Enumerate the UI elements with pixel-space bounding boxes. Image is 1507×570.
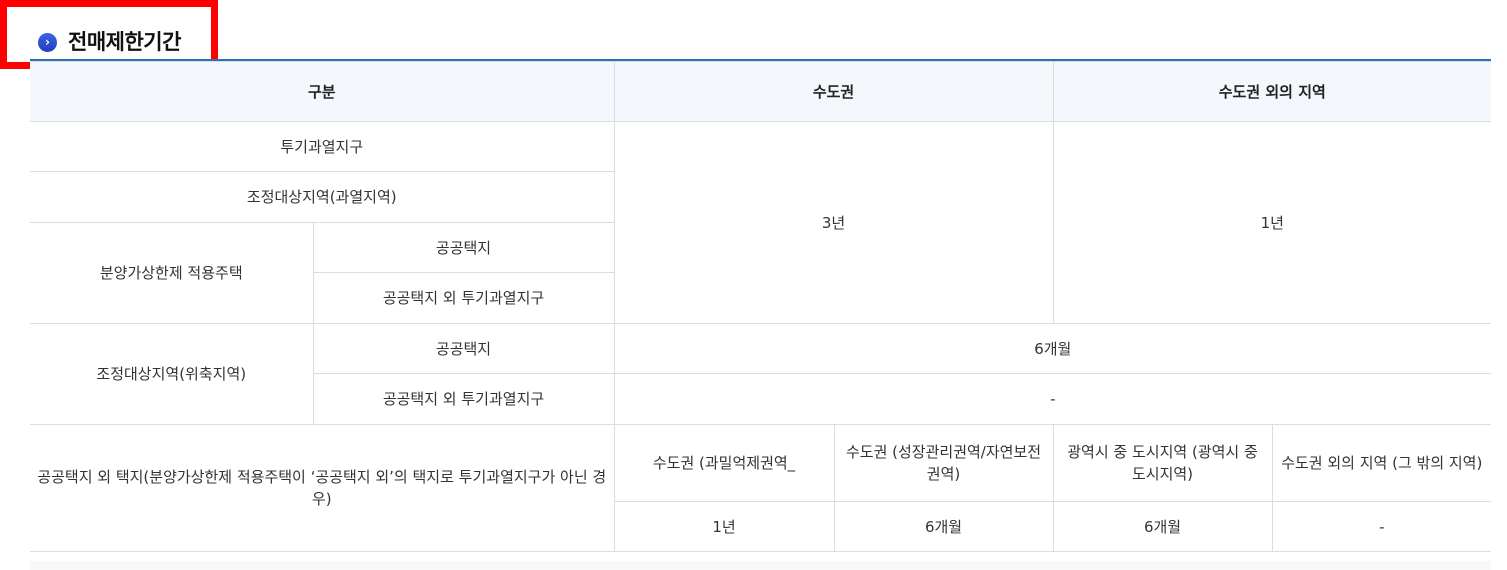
row-adjustment-contraction: 조정대상지역(위축지역)	[30, 323, 314, 425]
contraction-public-value: 6개월	[613, 323, 1492, 374]
resale-restriction-table: 구분 수도권 수도권 외의 지역 투기과열지구 3년 1년 조정대상지역(과열지…	[30, 59, 1492, 552]
contraction-non-public: 공공택지 외 투기과열지구	[313, 373, 615, 425]
sub-header-cell: 광역시 중 도시지역 (광역시 중 도시지역)	[1052, 424, 1273, 502]
sub-value-cell: 6개월	[1052, 501, 1273, 552]
header-category: 구분	[30, 61, 615, 122]
row-adjustment-overheated: 조정대상지역(과열지역)	[30, 171, 615, 223]
sub-value-cell: 6개월	[833, 501, 1054, 552]
header-non-capital-area: 수도권 외의 지역	[1052, 61, 1492, 122]
non-capital-area-value: 1년	[1052, 121, 1492, 324]
row-price-cap-housing: 분양가상한제 적용주택	[30, 222, 314, 324]
bottom-strip	[30, 561, 1491, 570]
sub-header-cell: 수도권 (성장관리권역/자연보전권역)	[833, 424, 1054, 502]
section-title: 전매제한기간	[68, 30, 181, 54]
sub-header-cell: 수도권 외의 지역 (그 밖의 지역)	[1271, 424, 1492, 502]
sub-header-cell: 수도권 (과밀억제권역_	[613, 424, 835, 502]
price-cap-non-public-overheated: 공공택지 외 투기과열지구	[313, 272, 615, 324]
contraction-public-land: 공공택지	[312, 323, 615, 374]
header-capital-area: 수도권	[613, 61, 1054, 122]
capital-area-value: 3년	[613, 121, 1054, 324]
price-cap-public-land: 공공택지	[312, 222, 615, 273]
row-overheated-district: 투기과열지구	[30, 121, 615, 172]
sub-value-cell: 1년	[614, 501, 835, 552]
contraction-non-public-value: -	[613, 373, 1492, 425]
chevron-right-icon: ›	[38, 33, 57, 52]
row-non-public-land: 공공택지 외 택지(분양가상한제 적용주택이 ‘공공택지 외’의 택지로 투기과…	[30, 424, 615, 552]
sub-value-cell: -	[1271, 501, 1492, 552]
